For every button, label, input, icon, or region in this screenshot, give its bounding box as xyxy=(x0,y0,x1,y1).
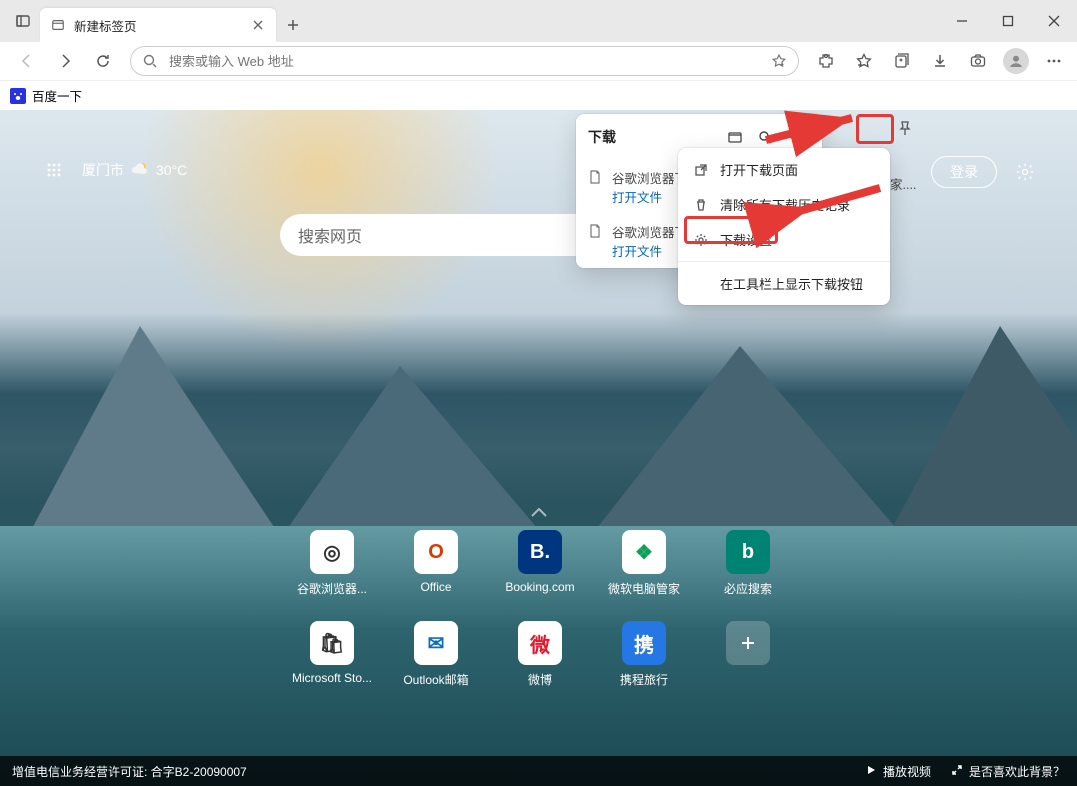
tile-label: 谷歌浏览器... xyxy=(297,580,367,597)
tile-icon: O xyxy=(414,530,458,574)
quick-link-tile[interactable]: O Office xyxy=(384,530,488,597)
bookmark-item[interactable]: 百度一下 xyxy=(32,86,82,105)
address-input[interactable] xyxy=(169,54,760,69)
quick-link-tile[interactable]: ◎ 谷歌浏览器... xyxy=(280,530,384,597)
tile-icon: 🛍 xyxy=(310,621,354,665)
tab-title: 新建标签页 xyxy=(74,16,242,35)
address-bar[interactable] xyxy=(130,46,799,76)
tab-favicon-icon xyxy=(50,17,66,33)
bookmark-favicon-icon xyxy=(10,88,26,104)
tabstrip: 新建标签页 xyxy=(0,0,939,42)
profile-button[interactable] xyxy=(997,44,1035,78)
favorites-button[interactable] xyxy=(845,44,883,78)
tab-close-icon[interactable] xyxy=(250,17,266,33)
file-icon xyxy=(588,170,604,186)
new-tab-page: 厦门市 30°C 登录 搜索网页 ◎ 谷歌浏览器... O Office B. Booki… xyxy=(0,110,1077,786)
search-icon xyxy=(139,50,161,72)
tile-icon: 携 xyxy=(622,621,666,665)
quick-link-tile[interactable]: ❖ 微软电脑管家 xyxy=(592,530,696,597)
forward-button[interactable] xyxy=(46,44,84,78)
pin-icon[interactable] xyxy=(896,120,914,143)
ntp-settings-button[interactable] xyxy=(1009,156,1041,188)
expand-icon xyxy=(951,764,963,779)
titlebar: 新建标签页 xyxy=(0,0,1077,42)
extensions-button[interactable] xyxy=(807,44,845,78)
weather-widget[interactable]: 厦门市 30°C xyxy=(82,159,187,182)
downloads-open-folder-icon[interactable] xyxy=(720,124,750,150)
tile-label: Microsoft Sto... xyxy=(292,671,372,685)
tile-label: Booking.com xyxy=(505,580,574,594)
add-tile-button[interactable] xyxy=(696,621,800,688)
open-external-icon xyxy=(692,163,710,177)
avatar-icon xyxy=(1003,48,1029,74)
tile-icon: B. xyxy=(518,530,562,574)
quick-link-tile[interactable]: B. Booking.com xyxy=(488,530,592,597)
menu-show-toolbar-button[interactable]: 在工具栏上显示下载按钮 xyxy=(678,266,890,301)
tile-icon: ❖ xyxy=(622,530,666,574)
tile-label: 必应搜索 xyxy=(724,580,772,597)
tile-label: 微博 xyxy=(528,671,552,688)
browser-tab[interactable]: 新建标签页 xyxy=(40,8,276,42)
tile-label: 微软电脑管家 xyxy=(608,580,680,597)
quick-links-grid: ◎ 谷歌浏览器... O Office B. Booking.com ❖ 微软电脑管家 b 必应搜… xyxy=(280,530,800,688)
window-maximize-button[interactable] xyxy=(985,0,1031,42)
background-text-fragment: 家.... xyxy=(890,174,916,193)
tile-label: Office xyxy=(420,580,451,594)
collections-button[interactable] xyxy=(883,44,921,78)
window-minimize-button[interactable] xyxy=(939,0,985,42)
login-button[interactable]: 登录 xyxy=(931,156,997,188)
weather-icon xyxy=(130,159,150,182)
footer-license: 增值电信业务经营许可证: 合字B2-20090007 xyxy=(12,763,247,780)
plus-icon xyxy=(726,621,770,665)
quick-link-tile[interactable]: 携携程旅行 xyxy=(592,621,696,688)
app-menu-button[interactable] xyxy=(1035,44,1073,78)
ntp-footer: 增值电信业务经营许可证: 合字B2-20090007 播放视频 是否喜欢此背景？ xyxy=(0,756,1077,786)
expand-caret-icon[interactable] xyxy=(528,502,550,529)
tile-icon: b xyxy=(726,530,770,574)
refresh-button[interactable] xyxy=(84,44,122,78)
ntp-topbar: 厦门市 30°C xyxy=(40,156,187,184)
quick-link-tile[interactable]: 🛍 Microsoft Sto... xyxy=(280,621,384,688)
window-controls xyxy=(939,0,1077,42)
tile-icon: ✉ xyxy=(414,621,458,665)
screenshot-button[interactable] xyxy=(959,44,997,78)
tile-label: 携程旅行 xyxy=(620,671,668,688)
file-icon xyxy=(588,224,604,240)
favorite-star-icon[interactable] xyxy=(768,50,790,72)
annotation-highlight-settings xyxy=(684,216,778,244)
nav-toolbar xyxy=(0,42,1077,80)
back-button[interactable] xyxy=(8,44,46,78)
weather-location: 厦门市 xyxy=(82,160,124,180)
quick-link-tile[interactable]: 微微博 xyxy=(488,621,592,688)
weather-temp: 30°C xyxy=(156,162,187,178)
downloads-button[interactable] xyxy=(921,44,959,78)
downloads-title: 下载 xyxy=(588,127,616,147)
trash-icon xyxy=(692,198,710,212)
menu-separator xyxy=(678,261,890,262)
ntp-search-placeholder: 搜索网页 xyxy=(298,223,362,247)
footer-like-background[interactable]: 是否喜欢此背景？ xyxy=(951,763,1065,780)
quick-link-tile[interactable]: ✉ Outlook邮箱 xyxy=(384,621,488,688)
play-icon xyxy=(865,764,877,779)
footer-play-video[interactable]: 播放视频 xyxy=(865,763,931,780)
new-tab-button[interactable] xyxy=(276,8,310,42)
bookmarks-bar: 百度一下 xyxy=(0,80,1077,110)
tab-actions-button[interactable] xyxy=(6,4,40,38)
annotation-arrow-icon xyxy=(790,182,890,227)
tile-icon: 微 xyxy=(518,621,562,665)
quick-link-tile[interactable]: b 必应搜索 xyxy=(696,530,800,597)
tile-icon: ◎ xyxy=(310,530,354,574)
annotation-highlight-more xyxy=(856,114,894,144)
tile-label: Outlook邮箱 xyxy=(403,671,468,688)
window-close-button[interactable] xyxy=(1031,0,1077,42)
apps-launcher-button[interactable] xyxy=(40,156,68,184)
